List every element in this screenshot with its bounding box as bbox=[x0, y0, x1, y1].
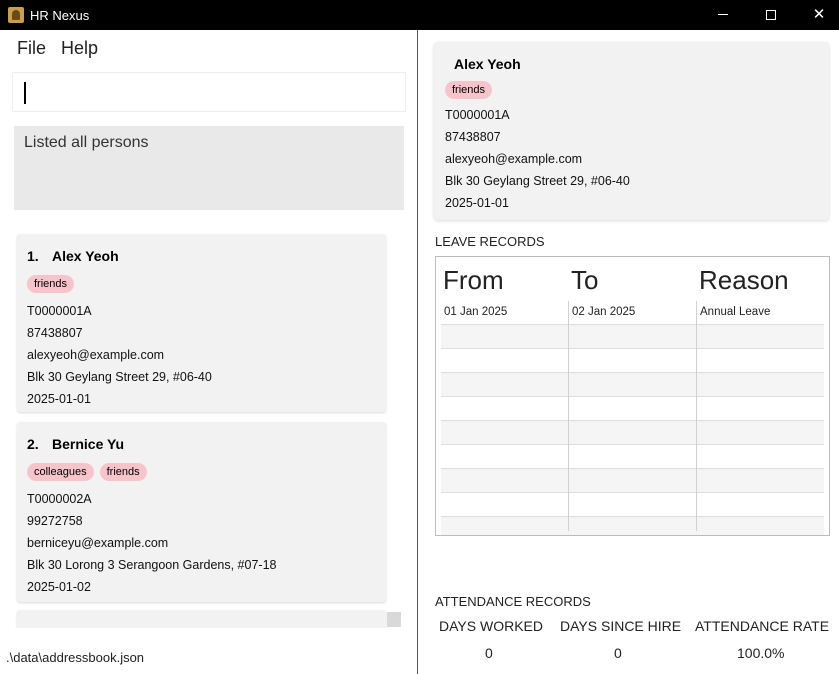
person-list[interactable]: 1. Alex Yeoh friends T0000001A 87438807 a… bbox=[14, 230, 404, 628]
person-phone: 99272758 bbox=[27, 514, 83, 528]
column-header-from[interactable]: From bbox=[443, 265, 504, 296]
tag: friends bbox=[27, 275, 75, 293]
result-display: Listed all persons bbox=[14, 126, 404, 210]
close-icon: ✕ bbox=[812, 6, 826, 23]
person-card-partial[interactable] bbox=[17, 610, 386, 628]
person-card[interactable]: 1. Alex Yeoh friends T0000001A 87438807 a… bbox=[17, 234, 386, 412]
attendance-header-days-worked: DAYS WORKED bbox=[439, 618, 543, 634]
person-phone: 87438807 bbox=[27, 326, 83, 340]
person-card[interactable]: 2. Bernice Yu colleagues friends T0000002A… bbox=[17, 422, 386, 602]
leave-row-empty bbox=[441, 325, 824, 349]
person-date: 2025-01-02 bbox=[27, 580, 91, 594]
leave-row-empty bbox=[441, 349, 824, 373]
detail-tag-list: friends bbox=[445, 80, 498, 99]
leave-row-empty bbox=[441, 469, 824, 493]
person-address: Blk 30 Geylang Street 29, #06-40 bbox=[27, 370, 212, 384]
detail-address: Blk 30 Geylang Street 29, #06-40 bbox=[445, 174, 630, 188]
leave-records-title: LEAVE RECORDS bbox=[435, 234, 545, 249]
window-title: HR Nexus bbox=[30, 8, 90, 23]
leave-row-empty bbox=[441, 445, 824, 469]
detail-id: T0000001A bbox=[445, 108, 510, 122]
leave-table-header: From To Reason bbox=[436, 257, 829, 301]
person-name: Alex Yeoh bbox=[52, 248, 119, 264]
tag: friends bbox=[99, 463, 147, 481]
person-id: T0000001A bbox=[27, 304, 92, 318]
person-header: 1. Alex Yeoh bbox=[27, 248, 119, 264]
leave-row-empty bbox=[441, 397, 824, 421]
leave-reason: Annual Leave bbox=[700, 306, 771, 318]
pane-divider[interactable] bbox=[417, 30, 418, 674]
tag: colleagues bbox=[27, 463, 94, 481]
person-email: berniceyu@example.com bbox=[27, 536, 169, 550]
person-header: 2. Bernice Yu bbox=[27, 436, 124, 452]
menu-file[interactable]: File bbox=[17, 38, 46, 59]
attendance-rate-value: 100.0% bbox=[737, 645, 785, 661]
detail-date: 2025-01-01 bbox=[445, 196, 509, 210]
minimize-icon bbox=[718, 14, 728, 15]
close-button[interactable]: ✕ bbox=[796, 0, 839, 30]
days-worked-value: 0 bbox=[485, 645, 493, 661]
minimize-button[interactable] bbox=[700, 0, 746, 30]
leave-row-empty bbox=[441, 493, 824, 517]
detail-email: alexyeoh@example.com bbox=[445, 152, 583, 166]
result-text: Listed all persons bbox=[24, 134, 149, 151]
person-name: Bernice Yu bbox=[52, 436, 125, 452]
menu-help[interactable]: Help bbox=[61, 38, 98, 59]
attendance-header-rate: ATTENDANCE RATE bbox=[695, 618, 830, 634]
attendance-header-days-since-hire: DAYS SINCE HIRE bbox=[560, 618, 682, 634]
maximize-icon bbox=[766, 10, 776, 20]
column-header-reason[interactable]: Reason bbox=[699, 265, 789, 296]
days-since-hire-value: 0 bbox=[614, 645, 622, 661]
person-index: 2. bbox=[27, 436, 39, 452]
person-id: T0000002A bbox=[27, 492, 92, 506]
column-divider bbox=[696, 301, 697, 531]
leave-to: 02 Jan 2025 bbox=[572, 306, 636, 318]
command-input[interactable] bbox=[12, 72, 406, 112]
tag-list: colleagues friends bbox=[27, 462, 153, 481]
attendance-records-title: ATTENDANCE RECORDS bbox=[435, 594, 591, 609]
app-icon bbox=[8, 7, 24, 23]
detail-phone: 87438807 bbox=[445, 130, 501, 144]
leave-from: 01 Jan 2025 bbox=[444, 306, 508, 318]
maximize-button[interactable] bbox=[748, 0, 794, 30]
detail-name: Alex Yeoh bbox=[454, 56, 521, 72]
text-caret bbox=[24, 82, 26, 104]
leave-records-table[interactable]: From To Reason 01 Jan 2025 02 Jan 2025 A… bbox=[435, 256, 830, 536]
tag: friends bbox=[445, 81, 493, 99]
title-bar: HR Nexus ✕ bbox=[0, 0, 839, 30]
person-date: 2025-01-01 bbox=[27, 392, 91, 406]
leave-row-empty bbox=[441, 517, 824, 535]
person-index: 1. bbox=[27, 248, 39, 264]
menu-bar: File Help bbox=[0, 30, 417, 66]
leave-row-empty bbox=[441, 421, 824, 445]
person-email: alexyeoh@example.com bbox=[27, 348, 165, 362]
leave-row-empty bbox=[441, 373, 824, 397]
column-divider bbox=[568, 301, 569, 531]
person-detail-card: Alex Yeoh friends T0000001A 87438807 ale… bbox=[434, 42, 829, 220]
tag-list: friends bbox=[27, 274, 80, 293]
column-header-to[interactable]: To bbox=[571, 265, 598, 296]
person-address: Blk 30 Lorong 3 Serangoon Gardens, #07-1… bbox=[27, 558, 277, 572]
leave-row[interactable]: 01 Jan 2025 02 Jan 2025 Annual Leave bbox=[441, 301, 824, 325]
list-scrollbar-thumb[interactable] bbox=[387, 612, 401, 627]
status-bar-path: .\data\addressbook.json bbox=[6, 650, 145, 665]
